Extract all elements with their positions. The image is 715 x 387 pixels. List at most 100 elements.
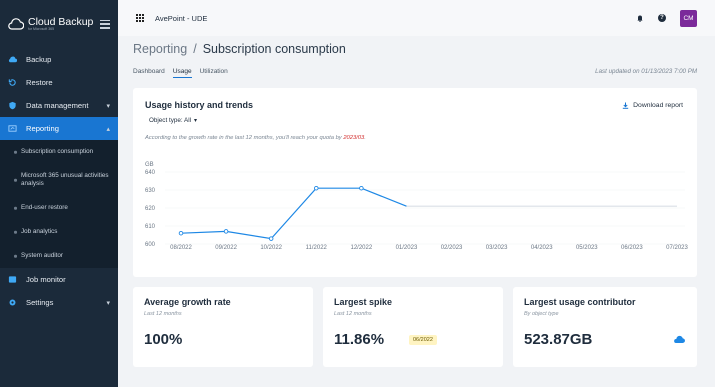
top-right-actions: ? CM [636,9,715,27]
usage-card-title: Usage history and trends [145,100,254,110]
sidebar-item-restore[interactable]: Restore [0,71,118,94]
logo-subtext: for Microsoft 365 [28,27,55,32]
logo-text-group: Cloud Backup for Microsoft 365 [28,17,93,32]
breadcrumb-root[interactable]: Reporting [133,42,187,56]
top-bar: AvePoint - UDE ? CM [118,0,715,36]
sidebar-item-label: Settings [26,298,54,307]
sidebar-item-reporting[interactable]: Reporting ▴ [0,117,118,140]
submenu-item-job-analytics[interactable]: Job analytics [0,220,118,244]
submenu-label: Subscription consumption [21,148,94,156]
stat-subtitle: Last 12 months [144,311,182,317]
submenu-item-end-user-restore[interactable]: End-user restore [0,196,118,220]
breadcrumb: Reporting / Subscription consumption [133,42,346,56]
cloud-icon[interactable] [673,335,685,344]
largest-spike-card: Largest spike Last 12 months 11.86% 06/2… [323,287,503,367]
restore-icon [8,79,16,86]
report-icon [8,125,17,132]
stat-title: Largest usage contributor [524,297,636,307]
stat-subtitle: Last 12 months [334,311,372,317]
average-growth-card: Average growth rate Last 12 months 100% [133,287,313,367]
monitor-icon [8,276,17,283]
sidebar: Cloud Backup for Microsoft 365 Backup Re… [0,0,118,387]
stat-title: Average growth rate [144,297,231,307]
stat-subtitle: By object type [524,311,559,317]
help-icon[interactable]: ? [658,14,666,22]
growth-note-text: According to the growth rate in the last… [145,135,344,141]
submenu-label: Microsoft 365 unusual activities analysi… [21,172,109,187]
submenu-label: Job analytics [21,228,58,236]
sidebar-item-label: Data management [26,101,89,110]
cloud-icon [8,56,17,63]
sidebar-item-label: Backup [26,55,52,64]
tab-dashboard[interactable]: Dashboard [133,68,165,78]
page-title: Subscription consumption [202,42,346,56]
shield-icon [9,101,16,110]
x-tick-label: 02/2023 [441,245,463,251]
x-tick-label: 09/2022 [215,245,237,251]
sidebar-item-data-management[interactable]: Data management ▾ [0,94,118,117]
usage-line-chart: GB 600 610 620 630 640 08/2022 09/2022 10/2022 11… [145,162,689,251]
x-tick-label: 01/2023 [396,245,418,251]
data-point [268,236,274,241]
sidebar-item-label: Job monitor [26,275,66,284]
download-report-label: Download report [633,102,683,109]
data-point [223,229,229,234]
bell-icon[interactable] [636,14,644,22]
stat-value: 100% [144,331,183,348]
last-updated-text: Last updated on 01/13/2023 7:00 PM [595,68,697,75]
stat-title: Largest spike [334,297,393,307]
caret-down-icon: ▾ [106,102,110,110]
x-tick-label: 11/2022 [306,245,328,251]
submenu-item-unusual-activities[interactable]: Microsoft 365 unusual activities analysi… [0,164,118,196]
bullet-icon [14,206,17,210]
object-type-dropdown[interactable]: Object type: All ▾ [149,117,197,124]
stat-value: 11.86% [334,331,385,348]
logo-text: Cloud Backup [28,15,94,28]
bullet-icon [14,178,17,182]
x-tick-label: 03/2023 [486,245,508,251]
x-tick-label: 10/2022 [260,245,282,251]
caret-up-icon: ▴ [106,125,110,133]
caret-down-icon: ▾ [194,118,198,124]
tab-bar: Dashboard Usage Utilization [133,68,228,78]
y-tick-label: 640 [145,170,156,176]
sidebar-item-label: Reporting [26,124,59,133]
sidebar-item-settings[interactable]: Settings ▾ [0,291,118,314]
data-point [314,185,319,191]
gear-icon [9,299,16,306]
sidebar-item-job-monitor[interactable]: Job monitor [0,268,118,291]
x-tick-label: 12/2022 [351,245,373,251]
hamburger-menu-icon[interactable] [100,19,110,29]
history-series-line [180,187,407,240]
x-tick-label: 05/2023 [576,245,598,251]
download-report-button[interactable]: Download report [622,102,683,109]
sidebar-header: Cloud Backup for Microsoft 365 [0,0,118,48]
x-tick-label: 06/2023 [621,245,643,251]
y-axis-label: GB [145,162,154,168]
download-icon [622,102,629,109]
growth-note: According to the growth rate in the last… [145,135,366,141]
tab-utilization[interactable]: Utilization [200,68,228,78]
submenu-item-system-auditor[interactable]: System auditor [0,244,118,268]
data-point [178,230,184,236]
usage-history-card: Usage history and trends Download report… [133,88,697,277]
object-type-label: Object type: All [149,117,191,124]
reporting-submenu: Subscription consumption Microsoft 365 u… [0,140,118,268]
submenu-item-subscription-consumption[interactable]: Subscription consumption [0,140,118,164]
app-launcher-icon[interactable] [136,13,145,23]
avatar[interactable]: CM [680,9,697,27]
x-tick-label: 08/2022 [170,245,192,251]
tab-usage[interactable]: Usage [172,68,192,78]
x-tick-label: 07/2023 [666,245,688,251]
breadcrumb-separator: / [193,42,197,56]
y-tick-label: 620 [145,206,156,212]
largest-contributor-card: Largest usage contributor By object type… [513,287,697,367]
x-tick-label: 04/2023 [531,245,553,251]
app-logo[interactable]: Cloud Backup for Microsoft 365 [8,17,93,32]
y-tick-label: 610 [145,224,156,230]
bullet-icon [14,254,17,258]
quota-date: 2023/03 [343,135,365,141]
submenu-label: End-user restore [21,204,68,212]
sidebar-item-backup[interactable]: Backup [0,48,118,71]
submenu-label: System auditor [21,252,63,260]
